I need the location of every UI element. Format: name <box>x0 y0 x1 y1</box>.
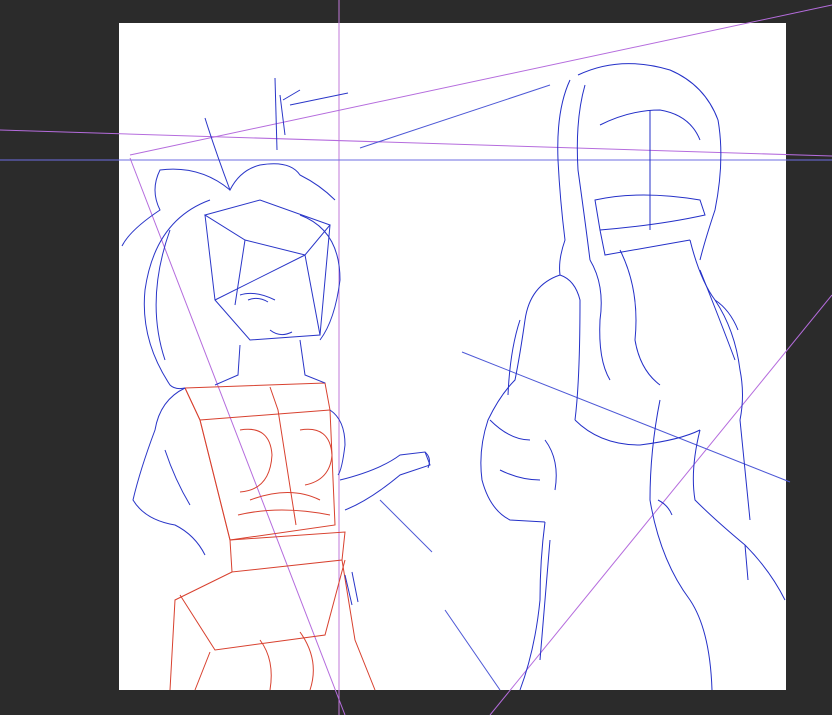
workspace <box>0 0 832 715</box>
drawing-canvas[interactable] <box>119 23 786 690</box>
